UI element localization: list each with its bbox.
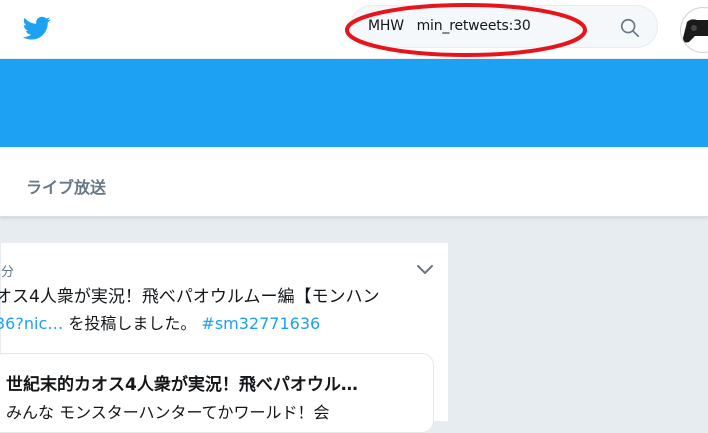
tweet-text-fragment: を投稿しました。 <box>63 314 202 333</box>
top-navigation-bar: MHW min_retweets:30 <box>0 0 708 59</box>
chevron-down-icon[interactable] <box>416 263 434 277</box>
card-title: 世紀末的カオス4人衆が実況！飛べパオウル… <box>6 375 358 395</box>
search-query-text[interactable]: MHW min_retweets:30 <box>368 18 531 34</box>
search-box[interactable]: MHW min_retweets:30 <box>350 5 658 48</box>
tweet-timestamp[interactable]: 分 <box>1 261 14 280</box>
link-preview-card[interactable]: 世紀末的カオス4人衆が実況！飛べパオウル… みんな モンスターハンターてかワール… <box>0 353 434 433</box>
hashtag-link[interactable]: #sm32771636 <box>201 314 320 333</box>
profile-nav: ライブ放送 <box>0 147 708 217</box>
gamepad-icon <box>683 19 708 43</box>
tweet-text-line: 36?nic… を投稿しました。 #sm32771636 <box>0 310 320 334</box>
search-icon[interactable] <box>619 17 641 39</box>
twitter-bird-icon[interactable] <box>22 14 52 42</box>
tweet[interactable]: 分 オス4人衆が実況！飛べパオウルムー編【モンハン 36?nic… を投稿しまし… <box>0 242 449 433</box>
tab-live-broadcast[interactable]: ライブ放送 <box>26 174 106 198</box>
tweet-link[interactable]: 36?nic… <box>0 314 63 333</box>
tweet-text-line: オス4人衆が実況！飛べパオウルムー編【モンハン <box>0 287 380 307</box>
profile-banner <box>0 59 708 147</box>
avatar[interactable] <box>680 7 708 53</box>
card-description: みんな モンスターハンターてかワールド！会 <box>6 403 330 422</box>
